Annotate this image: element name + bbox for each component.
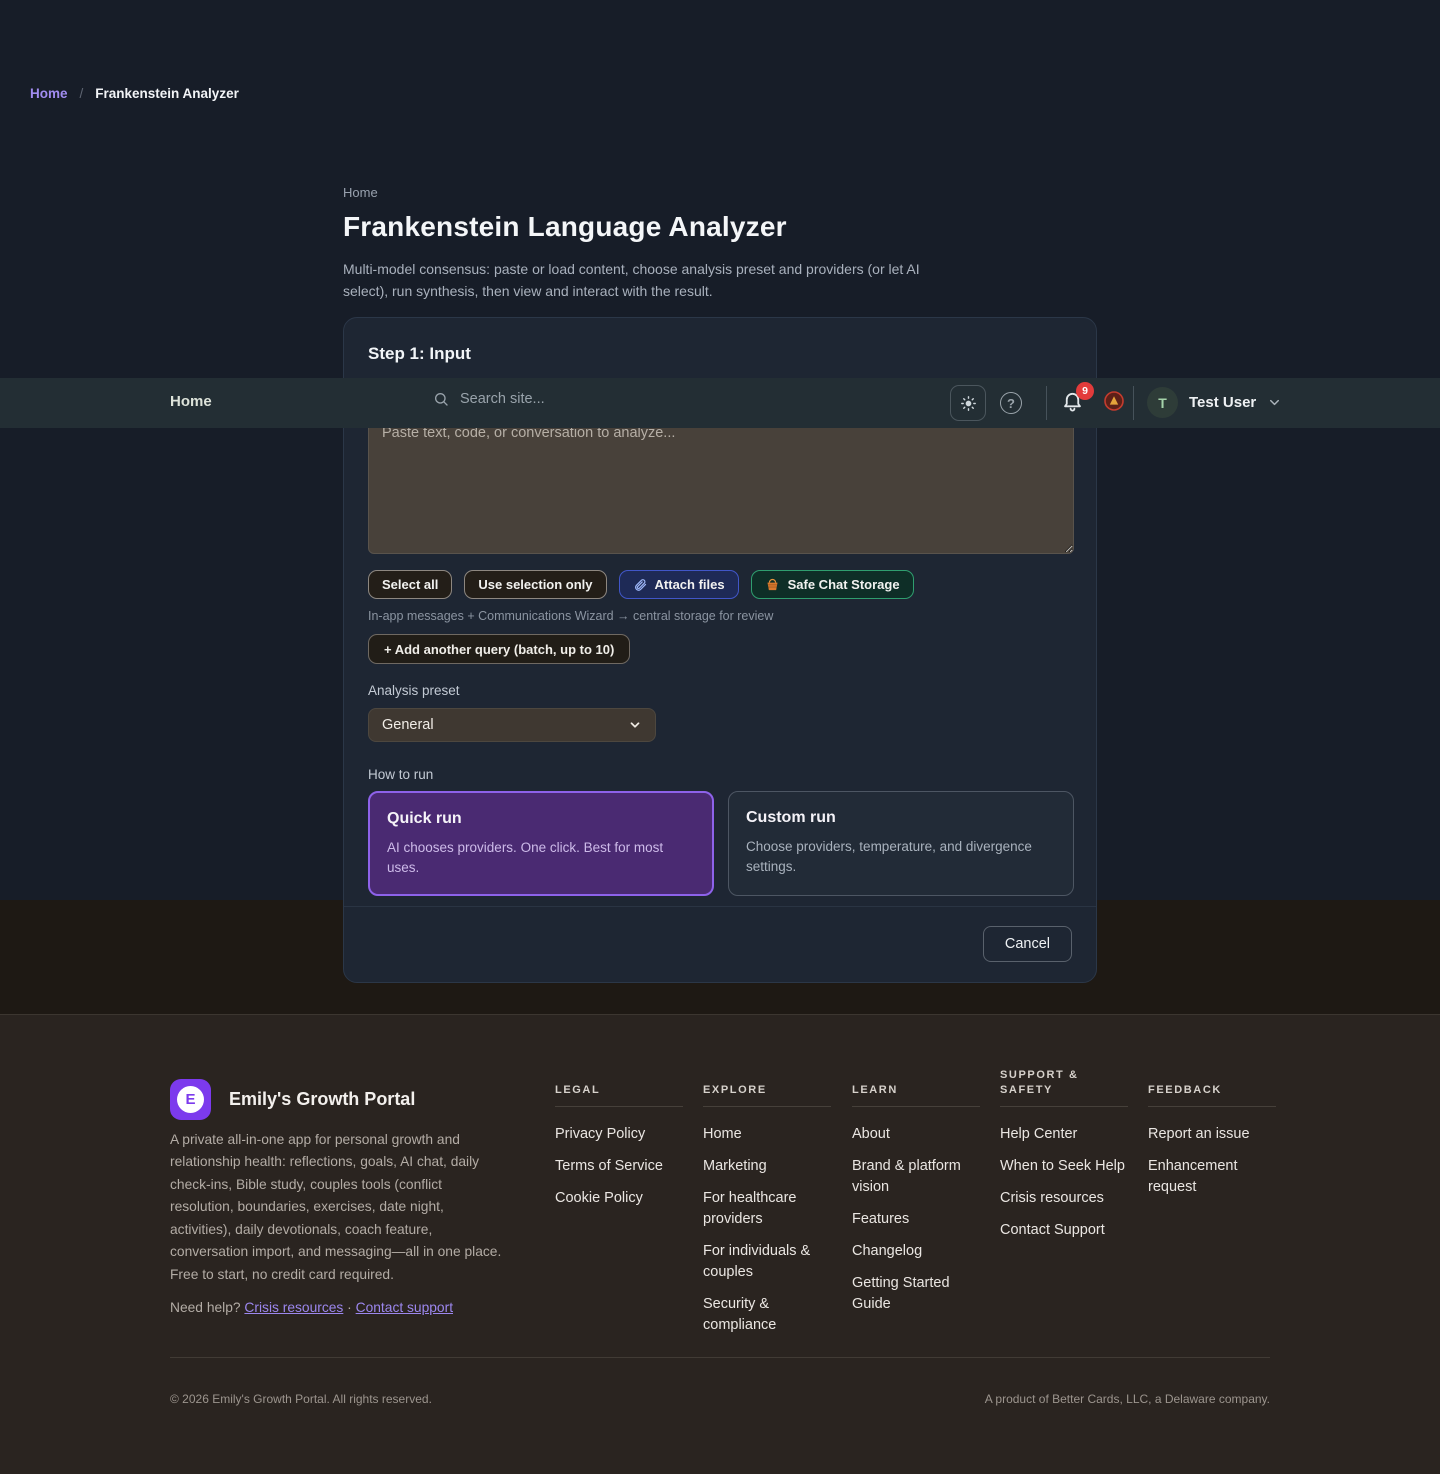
paperclip-icon <box>633 578 647 592</box>
breadcrumb-separator: / <box>80 86 84 101</box>
analysis-preset-select[interactable]: General <box>368 708 656 742</box>
footer-divider <box>170 1357 1270 1358</box>
footer-link[interactable]: For individuals & couples <box>703 1241 831 1283</box>
use-selection-only-button[interactable]: Use selection only <box>464 570 606 599</box>
need-help-label: Need help? <box>170 1300 241 1315</box>
footer-link[interactable]: Getting Started Guide <box>852 1273 980 1315</box>
nav-divider <box>1133 386 1134 420</box>
attach-files-label: Attach files <box>655 577 725 592</box>
custom-run-description: Choose providers, temperature, and diver… <box>746 837 1056 876</box>
need-help-row: Need help? Crisis resources · Contact su… <box>170 1300 453 1315</box>
footer-link[interactable]: Contact Support <box>1000 1220 1128 1241</box>
select-all-button[interactable]: Select all <box>368 570 452 599</box>
user-menu[interactable]: T Test User <box>1147 387 1282 418</box>
footer-link[interactable]: Security & compliance <box>703 1294 831 1336</box>
cancel-button[interactable]: Cancel <box>983 926 1072 962</box>
breadcrumb-home-link[interactable]: Home <box>30 86 68 101</box>
footer-heading: LEGAL <box>555 1065 683 1107</box>
attach-files-button[interactable]: Attach files <box>619 570 739 599</box>
footer-link[interactable]: Report an issue <box>1148 1124 1276 1145</box>
analysis-preset-value: General <box>382 717 434 733</box>
search-icon <box>433 391 449 407</box>
select-chevron-icon <box>628 718 642 732</box>
footer-link[interactable]: Home <box>703 1124 831 1145</box>
footer-heading: SUPPORT & SAFETY <box>1000 1065 1128 1107</box>
search-input[interactable] <box>458 390 698 408</box>
add-query-button[interactable]: + Add another query (batch, up to 10) <box>368 634 630 664</box>
avatar: T <box>1147 387 1178 418</box>
use-selection-label: Use selection only <box>478 577 592 592</box>
footer-heading: FEEDBACK <box>1148 1065 1276 1107</box>
run-option-custom-run[interactable]: Custom run Choose providers, temperature… <box>728 791 1074 896</box>
footer-link[interactable]: When to Seek Help <box>1000 1156 1128 1177</box>
run-option-quick-run[interactable]: Quick run AI chooses providers. One clic… <box>368 791 714 896</box>
how-to-run-label: How to run <box>368 767 433 782</box>
page: Home / Frankenstein Analyzer Home Franke… <box>0 0 1440 1474</box>
footer-link[interactable]: Features <box>852 1209 980 1230</box>
breadcrumb-current: Frankenstein Analyzer <box>95 86 239 101</box>
footer-link[interactable]: Terms of Service <box>555 1156 683 1177</box>
sun-icon <box>960 395 977 412</box>
select-all-label: Select all <box>382 577 438 592</box>
footer-company-note: A product of Better Cards, LLC, a Delawa… <box>985 1392 1270 1406</box>
analysis-input-textarea[interactable] <box>368 413 1074 554</box>
storage-bucket-icon <box>765 577 780 592</box>
user-name: Test User <box>1189 394 1256 411</box>
page-header: Home Frankenstein Language Analyzer Mult… <box>343 185 1097 303</box>
card-footer-divider <box>344 906 1096 907</box>
footer-link[interactable]: Marketing <box>703 1156 831 1177</box>
footer-column-feedback: FEEDBACK Report an issue Enhancement req… <box>1148 1065 1276 1198</box>
theme-toggle-button[interactable] <box>950 385 986 421</box>
page-eyebrow: Home <box>343 185 1097 200</box>
quick-run-description: AI chooses providers. One click. Best fo… <box>387 838 695 877</box>
page-title: Frankenstein Language Analyzer <box>343 211 1097 243</box>
analysis-preset-label: Analysis preset <box>368 683 460 698</box>
storage-note: In-app messages + Communications Wizard … <box>368 609 773 623</box>
brand-description: A private all-in-one app for personal gr… <box>170 1129 504 1286</box>
warning-icon[interactable] <box>1104 391 1124 411</box>
footer-column-legal: LEGAL Privacy Policy Terms of Service Co… <box>555 1065 683 1209</box>
run-options-row: Quick run AI chooses providers. One clic… <box>368 791 1074 896</box>
footer-link[interactable]: Enhancement request <box>1148 1156 1276 1198</box>
footer-link[interactable]: Brand & platform vision <box>852 1156 980 1198</box>
nav-home-link[interactable]: Home <box>170 393 212 410</box>
brand-name: Emily's Growth Portal <box>229 1089 415 1110</box>
footer-link[interactable]: Changelog <box>852 1241 980 1262</box>
top-navbar: Home ? <box>0 378 1440 428</box>
footer-column-explore: EXPLORE Home Marketing For healthcare pr… <box>703 1065 831 1336</box>
contact-support-link[interactable]: Contact support <box>356 1300 453 1315</box>
crisis-resources-link[interactable]: Crisis resources <box>244 1300 343 1315</box>
input-actions-row: Select all Use selection only Attach fil… <box>368 570 914 599</box>
brand-logo-icon: E <box>170 1079 211 1120</box>
footer-heading: EXPLORE <box>703 1065 831 1107</box>
footer-link[interactable]: Crisis resources <box>1000 1188 1128 1209</box>
footer-link[interactable]: Help Center <box>1000 1124 1128 1145</box>
footer: E Emily's Growth Portal A private all-in… <box>0 1014 1440 1474</box>
safe-chat-storage-button[interactable]: Safe Chat Storage <box>751 570 914 599</box>
notification-badge: 9 <box>1076 382 1094 400</box>
notifications-button[interactable]: 9 <box>1061 390 1084 413</box>
footer-copyright: © 2026 Emily's Growth Portal. All rights… <box>170 1392 432 1406</box>
breadcrumb: Home / Frankenstein Analyzer <box>30 86 239 101</box>
site-search <box>433 390 698 408</box>
dot-separator: · <box>347 1300 352 1315</box>
safe-chat-storage-label: Safe Chat Storage <box>788 577 900 592</box>
footer-link[interactable]: For healthcare providers <box>703 1188 831 1230</box>
brand-logo-letter: E <box>177 1086 204 1113</box>
footer-column-learn: LEARN About Brand & platform vision Feat… <box>852 1065 980 1315</box>
page-description: Multi-model consensus: paste or load con… <box>343 258 933 303</box>
help-icon[interactable]: ? <box>1000 392 1022 414</box>
footer-link[interactable]: Cookie Policy <box>555 1188 683 1209</box>
chevron-down-icon <box>1267 395 1282 410</box>
footer-column-support-safety: SUPPORT & SAFETY Help Center When to See… <box>1000 1065 1128 1241</box>
footer-brand: E Emily's Growth Portal <box>170 1079 415 1120</box>
step1-title: Step 1: Input <box>368 344 471 364</box>
quick-run-title: Quick run <box>387 810 695 828</box>
footer-link[interactable]: About <box>852 1124 980 1145</box>
nav-divider <box>1046 386 1047 420</box>
custom-run-title: Custom run <box>746 809 1056 827</box>
footer-heading: LEARN <box>852 1065 980 1107</box>
footer-link[interactable]: Privacy Policy <box>555 1124 683 1145</box>
